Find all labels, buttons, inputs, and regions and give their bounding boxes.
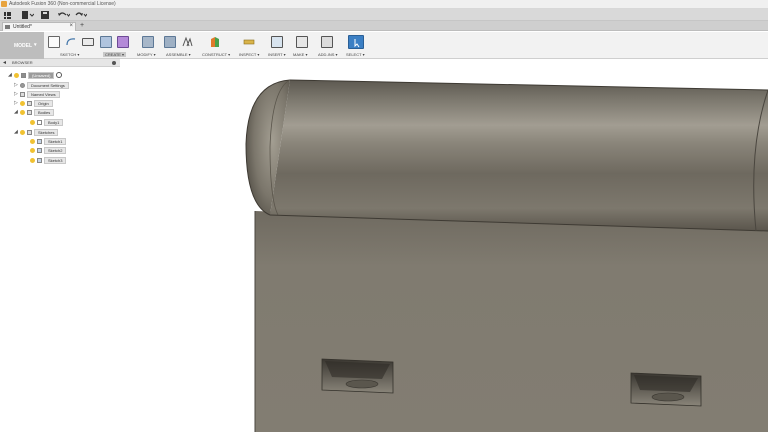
extrude-icon[interactable]	[100, 36, 112, 48]
tree-root[interactable]: ◢ (Unsaved)	[8, 71, 63, 79]
body-icon	[37, 119, 42, 125]
insert-image-icon[interactable]	[271, 36, 283, 48]
slot-right[interactable]	[630, 372, 702, 407]
3d-print-icon[interactable]	[296, 36, 308, 48]
visibility-bulb-icon[interactable]	[30, 119, 35, 125]
select-menu[interactable]: SELECT ▾	[346, 52, 365, 57]
visibility-bulb-icon[interactable]	[14, 72, 19, 78]
tree-item-label: Bodies	[34, 108, 55, 116]
tree-item-sketch3[interactable]: Sketch3	[30, 156, 67, 164]
offset-plane-icon[interactable]	[209, 36, 221, 48]
visibility-bulb-icon[interactable]	[30, 138, 35, 144]
tree-root-label: (Unsaved)	[28, 71, 55, 79]
visibility-bulb-icon[interactable]	[20, 109, 25, 115]
collapse-browser-icon[interactable]: ◂	[3, 59, 6, 66]
chevron-down-icon: ▾	[34, 42, 37, 48]
document-tab-bar: Untitled* × +	[0, 21, 768, 31]
data-panel-button[interactable]	[4, 11, 11, 19]
press-pull-icon[interactable]	[142, 36, 154, 48]
redo-icon	[75, 12, 87, 17]
undo-button[interactable]	[58, 11, 70, 19]
tree-item-label: Document Settings	[27, 81, 69, 89]
folder-icon	[20, 91, 25, 97]
title-bar: Autodesk Fusion 360 (Non-commercial Lice…	[0, 0, 768, 9]
tree-item-origin[interactable]: ▷ Origin	[14, 99, 53, 107]
tree-item-label: Body1	[44, 118, 64, 126]
visibility-bulb-icon[interactable]	[30, 147, 35, 153]
document-icon	[5, 25, 10, 29]
tree-item-label: Sketch2	[44, 146, 67, 154]
save-button[interactable]	[41, 11, 49, 19]
insert-menu[interactable]: INSERT ▾	[268, 52, 286, 57]
file-icon	[22, 11, 34, 19]
sketch-menu[interactable]: SKETCH ▾	[60, 52, 79, 57]
browser-pin-icon[interactable]	[112, 61, 116, 65]
select-tool-icon[interactable]	[348, 35, 364, 49]
tree-item-bodies[interactable]: ◢ Bodies	[14, 108, 55, 116]
3d-viewport[interactable]	[120, 59, 768, 432]
close-tab-icon[interactable]: ×	[69, 23, 73, 29]
slot-left[interactable]	[321, 358, 394, 394]
create-menu[interactable]: CREATE ▾	[103, 52, 127, 57]
workspace-label: MODEL	[14, 43, 33, 49]
sketch-icon	[37, 138, 42, 144]
redo-button[interactable]	[75, 11, 87, 19]
folder-icon	[27, 129, 32, 135]
new-component-icon[interactable]	[164, 36, 176, 48]
tree-item-sketches[interactable]: ◢ Sketches	[14, 128, 59, 136]
save-icon	[41, 11, 49, 19]
sketch-icon	[37, 147, 42, 153]
sketch-icon	[37, 157, 42, 163]
tree-item-body1[interactable]: Body1	[30, 118, 64, 126]
grid-icon	[4, 11, 11, 19]
document-tab-label: Untitled*	[13, 24, 32, 30]
activate-radio-icon[interactable]	[56, 72, 63, 78]
fusion-app-icon	[1, 1, 7, 7]
tree-item-sketch2[interactable]: Sketch2	[30, 146, 67, 154]
tree-item-label: Sketch3	[44, 156, 67, 164]
arc-tool-icon[interactable]	[65, 36, 77, 48]
tree-item-named-views[interactable]: ▷ Named Views	[14, 90, 60, 98]
visibility-bulb-icon[interactable]	[30, 157, 35, 163]
scripts-icon[interactable]	[321, 36, 333, 48]
add-ins-menu[interactable]: ADD-INS ▾	[318, 52, 338, 57]
tree-item-label: Sketches	[34, 128, 59, 136]
inspect-menu[interactable]: INSPECT ▾	[239, 52, 259, 57]
joint-icon[interactable]	[181, 36, 193, 48]
visibility-bulb-icon[interactable]	[20, 100, 25, 106]
modify-menu[interactable]: MODIFY ▾	[137, 52, 156, 57]
document-tab[interactable]: Untitled* ×	[2, 22, 76, 31]
folder-icon	[27, 100, 32, 106]
tree-item-document-settings[interactable]: ▷ Document Settings	[14, 81, 69, 89]
new-tab-button[interactable]: +	[80, 22, 84, 29]
component-icon	[21, 72, 26, 78]
rectangle-tool-icon[interactable]	[82, 38, 94, 46]
cylinder-body[interactable]	[270, 80, 768, 231]
make-menu[interactable]: MAKE ▾	[293, 52, 307, 57]
visibility-bulb-icon[interactable]	[20, 129, 25, 135]
toolbar-ribbon: MODEL ▾ SKETCH ▾ CREATE ▾ MODIFY ▾ ASSEM…	[0, 32, 768, 59]
browser-title: BROWSER	[12, 60, 33, 65]
tree-item-label: Named Views	[27, 90, 60, 98]
folder-icon	[27, 109, 32, 115]
quick-access-toolbar	[0, 9, 768, 21]
browser-panel-header[interactable]: ◂ BROWSER	[0, 59, 120, 67]
assemble-menu[interactable]: ASSEMBLE ▾	[166, 52, 191, 57]
file-menu-button[interactable]	[22, 11, 34, 19]
measure-icon[interactable]	[243, 36, 255, 48]
tree-item-label: Sketch1	[44, 137, 67, 145]
create-form-icon[interactable]	[117, 36, 129, 48]
create-sketch-icon[interactable]	[48, 36, 60, 48]
window-title: Autodesk Fusion 360 (Non-commercial Lice…	[9, 1, 116, 7]
gear-icon	[20, 82, 25, 88]
construct-menu[interactable]: CONSTRUCT ▾	[202, 52, 230, 57]
workspace-switcher[interactable]: MODEL ▾	[0, 32, 44, 59]
tree-item-label: Origin	[34, 99, 53, 107]
undo-icon	[58, 12, 70, 17]
model-render[interactable]	[120, 59, 768, 432]
tree-item-sketch1[interactable]: Sketch1	[30, 137, 67, 145]
